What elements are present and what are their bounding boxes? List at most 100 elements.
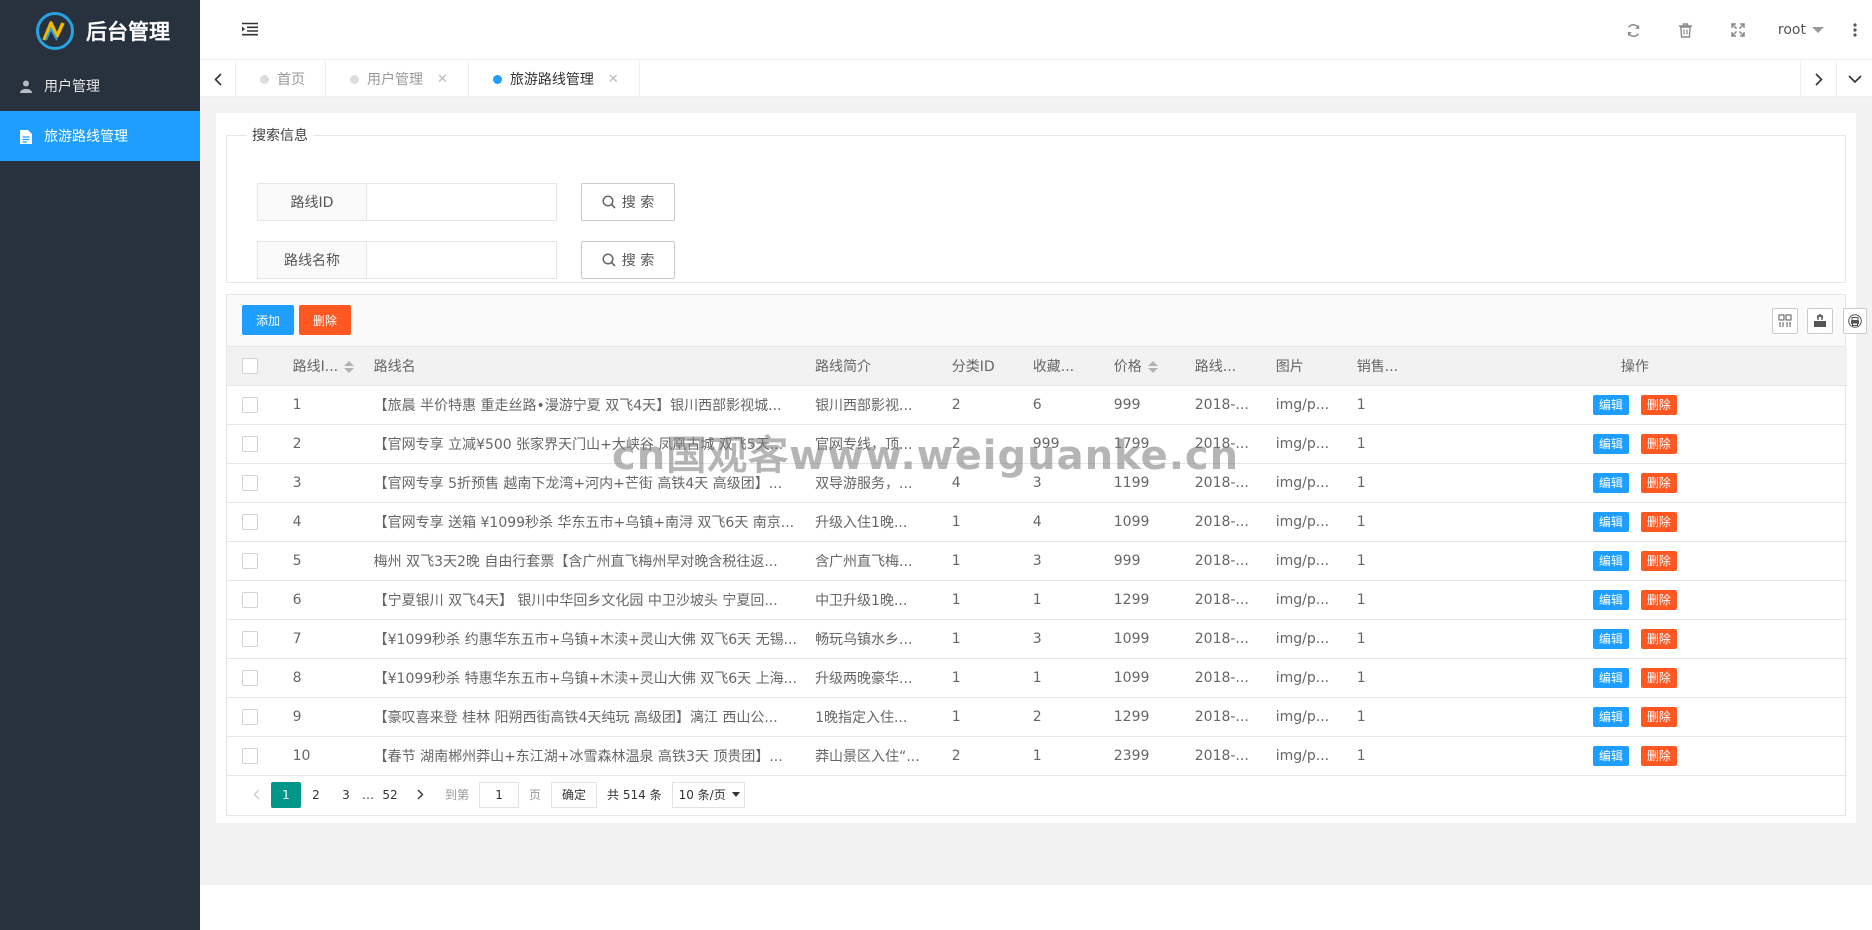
row-actions: 编辑 删除 xyxy=(1422,619,1847,659)
table-cell: 双导游服务，... xyxy=(800,463,937,503)
prev-page-icon[interactable] xyxy=(241,782,271,808)
column-header[interactable]: 价格 xyxy=(1098,347,1180,386)
table-cell: 1199 xyxy=(1098,463,1180,503)
edit-button[interactable]: 编辑 xyxy=(1592,628,1629,649)
edit-button[interactable]: 编辑 xyxy=(1592,745,1629,766)
page-last[interactable]: 52 xyxy=(375,782,405,808)
select-all-checkbox[interactable] xyxy=(242,357,258,374)
delete-button[interactable]: 删除 xyxy=(1640,550,1677,571)
route-id-input[interactable] xyxy=(367,183,557,221)
edit-button[interactable]: 编辑 xyxy=(1592,667,1629,688)
table-cell: 2 xyxy=(936,385,1018,425)
edit-button[interactable]: 编辑 xyxy=(1592,589,1629,610)
refresh-icon[interactable] xyxy=(1608,0,1660,60)
table-cell: 1 xyxy=(936,658,1018,698)
page-1[interactable]: 1 xyxy=(271,781,301,808)
table-cell: 2018-... xyxy=(1179,385,1261,425)
table-cell: 1 xyxy=(1341,463,1423,503)
row-checkbox[interactable] xyxy=(242,513,258,530)
export-icon[interactable] xyxy=(1807,308,1833,334)
delete-button[interactable]: 删除 xyxy=(1640,433,1677,454)
delete-button[interactable]: 删除 xyxy=(1640,628,1677,649)
tab-route-management[interactable]: 旅游路线管理 ✕ xyxy=(469,61,640,97)
add-button[interactable]: 添加 xyxy=(242,305,295,335)
user-menu[interactable]: root xyxy=(1764,0,1838,60)
sidebar-item-route-management[interactable]: 旅游路线管理 xyxy=(0,111,200,161)
table-row: 6 【宁夏银川 双飞4天】 银川中华回乡文化园 中卫沙坡头 宁夏回... 中卫升级1… xyxy=(227,580,1847,620)
table-cell: 1 xyxy=(1017,658,1099,698)
edit-button[interactable]: 编辑 xyxy=(1592,550,1629,571)
next-page-icon[interactable] xyxy=(405,782,435,808)
row-checkbox[interactable] xyxy=(242,708,258,725)
delete-button[interactable]: 删除 xyxy=(1640,667,1677,688)
edit-button[interactable]: 编辑 xyxy=(1592,433,1629,454)
edit-button[interactable]: 编辑 xyxy=(1592,394,1629,415)
table-cell: 1299 xyxy=(1098,697,1180,737)
sort-icon[interactable] xyxy=(1147,360,1158,373)
app-logo[interactable]: 后台管理 xyxy=(0,0,200,61)
trash-icon[interactable] xyxy=(1660,0,1712,60)
column-header: 收藏... xyxy=(1017,347,1099,386)
delete-button[interactable]: 删除 xyxy=(1640,511,1677,532)
batch-delete-button[interactable]: 删除 xyxy=(299,305,352,335)
table-cell: 【春节 湖南郴州莽山+东江湖+冰雪森林温泉 高铁3天 顶贵团】... xyxy=(358,736,801,776)
tab-next-icon[interactable] xyxy=(1800,61,1836,97)
tab-home[interactable]: 首页 xyxy=(236,61,326,97)
column-header[interactable]: 路线I... xyxy=(277,347,359,386)
delete-button[interactable]: 删除 xyxy=(1640,706,1677,727)
tab-prev-icon[interactable] xyxy=(200,61,236,97)
total-count: 共 514 条 xyxy=(607,788,662,802)
page-3[interactable]: 3 xyxy=(331,782,361,808)
page-size-select[interactable]: 10 条/页 xyxy=(671,781,745,808)
table-cell: img/p... xyxy=(1260,424,1342,464)
row-checkbox[interactable] xyxy=(242,474,258,491)
row-checkbox[interactable] xyxy=(242,435,258,452)
table-row: 8 【¥1099秒杀 特惠华东五市+乌镇+木渎+灵山大佛 双飞6天 上海... 升级… xyxy=(227,658,1847,698)
column-header: 路线... xyxy=(1179,347,1261,386)
delete-button[interactable]: 删除 xyxy=(1640,472,1677,493)
tab-label: 用户管理 xyxy=(367,72,423,88)
file-icon xyxy=(20,129,32,144)
table-cell: 2018-... xyxy=(1179,580,1261,620)
fullscreen-icon[interactable] xyxy=(1712,0,1764,60)
search-button[interactable]: 搜 索 xyxy=(581,183,675,221)
edit-button[interactable]: 编辑 xyxy=(1592,706,1629,727)
route-name-input[interactable] xyxy=(367,241,557,279)
row-checkbox[interactable] xyxy=(242,630,258,647)
more-icon[interactable] xyxy=(1838,0,1872,60)
print-icon[interactable] xyxy=(1843,308,1867,334)
tab-user-management[interactable]: 用户管理 ✕ xyxy=(326,61,469,97)
row-checkbox[interactable] xyxy=(242,591,258,608)
edit-button[interactable]: 编辑 xyxy=(1592,511,1629,532)
delete-button[interactable]: 删除 xyxy=(1640,589,1677,610)
table-cell: 1 xyxy=(1341,736,1423,776)
table-cell: img/p... xyxy=(1260,580,1342,620)
goto-page-input[interactable]: 1 xyxy=(479,781,520,808)
row-checkbox[interactable] xyxy=(242,747,258,764)
close-icon[interactable]: ✕ xyxy=(437,72,448,87)
delete-button[interactable]: 删除 xyxy=(1640,745,1677,766)
row-checkbox[interactable] xyxy=(242,552,258,569)
close-icon[interactable]: ✕ xyxy=(608,72,619,87)
table-cell: 【宁夏银川 双飞4天】 银川中华回乡文化园 中卫沙坡头 宁夏回... xyxy=(358,580,801,620)
sort-icon[interactable] xyxy=(344,360,355,373)
row-actions: 编辑 删除 xyxy=(1422,736,1847,776)
table-cell: 1099 xyxy=(1098,658,1180,698)
row-checkbox[interactable] xyxy=(242,396,258,413)
columns-icon[interactable] xyxy=(1772,308,1798,334)
table-cell: 2018-... xyxy=(1179,658,1261,698)
page-2[interactable]: 2 xyxy=(301,782,331,808)
table-cell: 1 xyxy=(277,385,359,425)
goto-confirm-button[interactable]: 确定 xyxy=(551,781,598,808)
edit-button[interactable]: 编辑 xyxy=(1592,472,1629,493)
tab-dropdown-icon[interactable] xyxy=(1836,61,1872,97)
search-button-label: 搜 索 xyxy=(621,253,655,269)
row-checkbox[interactable] xyxy=(242,669,258,686)
table-cell: 7 xyxy=(277,619,359,659)
sidebar-item-user-management[interactable]: 用户管理 xyxy=(0,61,200,111)
search-button[interactable]: 搜 索 xyxy=(581,241,675,279)
menu-toggle-icon[interactable] xyxy=(242,22,258,36)
row-actions: 编辑 删除 xyxy=(1422,424,1847,464)
delete-button[interactable]: 删除 xyxy=(1640,394,1677,415)
tab-dot-icon xyxy=(492,74,502,84)
